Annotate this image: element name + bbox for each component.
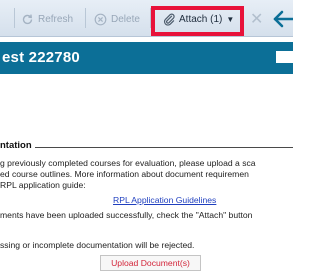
toolbar-separator bbox=[14, 8, 15, 28]
refresh-label: Refresh bbox=[38, 13, 74, 25]
refresh-icon bbox=[20, 12, 34, 26]
record-title-bar: est 222780 bbox=[0, 42, 293, 74]
chevron-down-icon[interactable]: ▼ bbox=[226, 15, 234, 24]
toolbar: Refresh Delete Attach (1) ▼ ✕ bbox=[0, 0, 293, 37]
warning-text: ssing or incomplete documentation will b… bbox=[0, 240, 195, 250]
paperclip-icon bbox=[162, 12, 176, 26]
attach-label: Attach (1) bbox=[179, 13, 223, 25]
upload-documents-button[interactable]: Upload Document(s) bbox=[100, 255, 201, 271]
section-title: ntation bbox=[0, 140, 35, 151]
delete-label: Delete bbox=[111, 13, 140, 25]
page-title: est 222780 bbox=[2, 49, 80, 66]
instruction-text: ed course outlines. More information abo… bbox=[0, 169, 249, 179]
app-window: Refresh Delete Attach (1) ▼ ✕ est 222780… bbox=[0, 0, 293, 277]
toolbar-separator bbox=[150, 8, 151, 28]
attach-button[interactable]: Attach (1) ▼ bbox=[162, 10, 234, 28]
delete-button[interactable]: Delete bbox=[93, 10, 140, 28]
title-bar-field[interactable] bbox=[276, 51, 293, 63]
rpl-guidelines-link[interactable]: RPL Application Guidelines bbox=[113, 195, 216, 205]
instruction-text: RPL application guide: bbox=[0, 180, 86, 190]
close-icon[interactable]: ✕ bbox=[250, 9, 263, 29]
refresh-button[interactable]: Refresh bbox=[20, 10, 73, 28]
delete-icon bbox=[93, 12, 107, 26]
section-divider bbox=[0, 147, 293, 148]
toolbar-separator bbox=[85, 8, 86, 28]
instruction-text: ments have been uploaded successfully, c… bbox=[0, 210, 253, 220]
instruction-text: g previously completed courses for evalu… bbox=[0, 158, 256, 168]
arrow-left-icon[interactable] bbox=[270, 9, 293, 29]
